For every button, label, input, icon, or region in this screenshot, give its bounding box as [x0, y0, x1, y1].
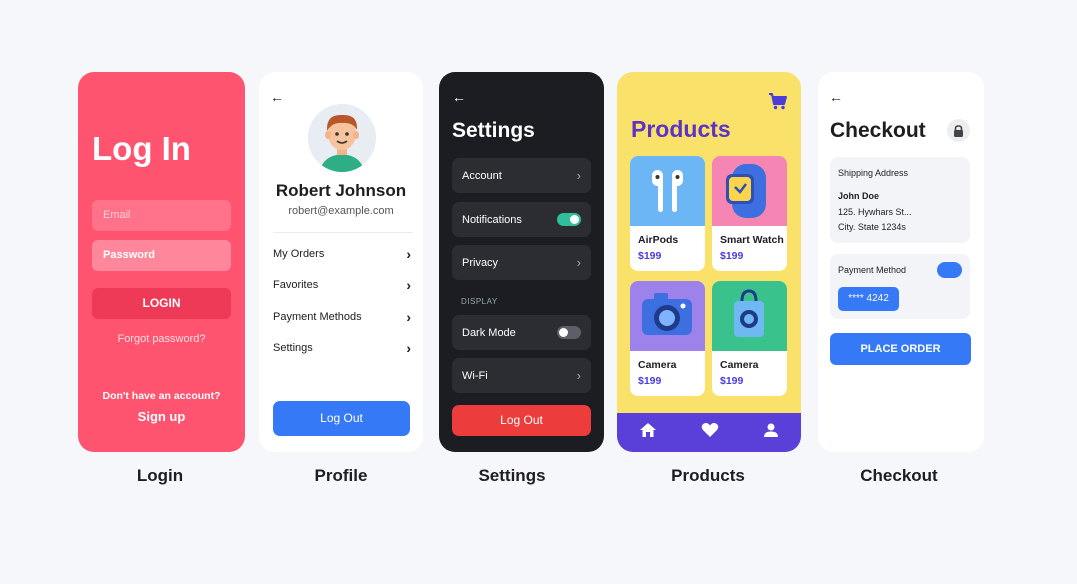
- login-screen: Log In Email Password LOGIN Forgot passw…: [78, 72, 245, 452]
- notifications-toggle[interactable]: [557, 213, 581, 226]
- section-label-display: DISPLAY: [461, 297, 498, 306]
- profile-name: Robert Johnson: [275, 181, 407, 200]
- caption-products: Products: [671, 466, 745, 485]
- product-price: $199: [720, 375, 744, 387]
- logout-button[interactable]: Log Out: [452, 405, 591, 436]
- products-screen: Products AirPods $199 Smart Watch $199 C…: [617, 72, 801, 452]
- menu-item-label: Settings: [273, 342, 313, 354]
- product-name: Smart Watch: [720, 234, 784, 246]
- sign-up-link[interactable]: Sign up: [78, 409, 245, 424]
- airpods-icon: [630, 156, 705, 226]
- settings-screen: ← Settings Account › Notifications Priva…: [439, 72, 604, 452]
- product-card-camera-2[interactable]: Camera $199: [712, 281, 787, 396]
- menu-item-my-orders[interactable]: My Orders ›: [273, 246, 411, 262]
- chevron-right-icon: ›: [406, 277, 411, 293]
- product-card-smart-watch[interactable]: Smart Watch $199: [712, 156, 787, 271]
- settings-row-label: Account: [462, 169, 502, 182]
- shipping-address-label: Shipping Address: [838, 168, 909, 178]
- heart-icon[interactable]: [701, 422, 719, 443]
- menu-item-settings[interactable]: Settings ›: [273, 340, 411, 356]
- caption-profile: Profile: [314, 466, 368, 485]
- product-price: $199: [638, 250, 662, 262]
- product-name: AirPods: [638, 234, 679, 246]
- settings-row-label: Wi-Fi: [462, 369, 488, 382]
- forgot-password-link[interactable]: Forgot password?: [78, 333, 245, 345]
- payment-method-label: Payment Method: [838, 265, 907, 275]
- chevron-right-icon: ›: [576, 368, 581, 383]
- avatar: [308, 104, 376, 172]
- caption-checkout: Checkout: [860, 466, 938, 485]
- menu-item-label: Favorites: [273, 279, 319, 291]
- settings-row-account[interactable]: Account ›: [452, 158, 591, 193]
- arrow-left-icon[interactable]: ←: [270, 90, 284, 104]
- chevron-right-icon: ›: [576, 168, 581, 183]
- product-name: Camera: [720, 359, 759, 371]
- user-icon[interactable]: [763, 422, 779, 443]
- address-name: John Doe: [838, 191, 880, 201]
- bottom-nav: [617, 413, 801, 452]
- email-input[interactable]: Email: [92, 200, 231, 231]
- settings-row-label: Dark Mode: [462, 326, 516, 339]
- payment-method-card[interactable]: Payment Method **** 4242: [830, 254, 970, 319]
- shipping-address-card[interactable]: Shipping Address John Doe 125. Hywhars S…: [830, 157, 970, 243]
- chevron-right-icon: ›: [406, 340, 411, 356]
- arrow-left-icon[interactable]: ←: [452, 90, 466, 104]
- shopping-bag-icon: [712, 281, 787, 351]
- chevron-right-icon: ›: [406, 309, 411, 325]
- password-input[interactable]: Password: [92, 240, 231, 271]
- dark-mode-toggle[interactable]: [557, 326, 581, 339]
- settings-row-notifications[interactable]: Notifications: [452, 202, 591, 237]
- smartwatch-icon: [712, 156, 787, 226]
- logout-button[interactable]: Log Out: [273, 401, 410, 436]
- product-price: $199: [720, 250, 744, 262]
- settings-row-dark-mode[interactable]: Dark Mode: [452, 315, 591, 350]
- chevron-right-icon: ›: [576, 255, 581, 270]
- place-order-button[interactable]: PLACE ORDER: [830, 333, 971, 365]
- profile-screen: ← Robert Johnson robert@example.com My O…: [259, 72, 423, 452]
- settings-row-wifi[interactable]: Wi-Fi ›: [452, 358, 591, 393]
- product-price: $199: [638, 375, 662, 387]
- settings-row-privacy[interactable]: Privacy ›: [452, 245, 591, 280]
- settings-row-label: Notifications: [462, 213, 522, 226]
- caption-settings: Settings: [478, 466, 546, 485]
- payment-method-toggle[interactable]: [937, 262, 962, 278]
- home-icon[interactable]: [639, 422, 657, 443]
- shopping-cart-icon[interactable]: [768, 92, 788, 115]
- chevron-right-icon: ›: [406, 246, 411, 262]
- card-number-chip[interactable]: **** 4242: [838, 287, 899, 311]
- menu-item-label: Payment Methods: [273, 311, 362, 323]
- profile-email: robert@example.com: [288, 205, 394, 217]
- product-name: Camera: [638, 359, 677, 371]
- divider: [273, 232, 413, 233]
- product-card-camera[interactable]: Camera $199: [630, 281, 705, 396]
- lock-icon: [947, 119, 970, 142]
- login-button[interactable]: LOGIN: [92, 288, 231, 319]
- checkout-screen: ← Checkout Shipping Address John Doe 125…: [818, 72, 984, 452]
- menu-item-payment-methods[interactable]: Payment Methods ›: [273, 309, 411, 325]
- menu-item-label: My Orders: [273, 248, 325, 260]
- no-account-text: Don't have an account?: [102, 390, 221, 402]
- settings-title: Settings: [452, 119, 535, 142]
- arrow-left-icon[interactable]: ←: [829, 90, 843, 104]
- settings-row-label: Privacy: [462, 256, 499, 269]
- products-title: Products: [631, 116, 731, 142]
- address-line1: 125. Hywhars St...: [838, 207, 912, 217]
- checkout-title: Checkout: [830, 119, 926, 142]
- caption-login: Login: [136, 466, 184, 485]
- address-line2: City. State 1234s: [838, 222, 906, 232]
- camera-icon: [630, 281, 705, 351]
- login-title: Log In: [92, 130, 191, 167]
- menu-item-favorites[interactable]: Favorites ›: [273, 277, 411, 293]
- product-card-airpods[interactable]: AirPods $199: [630, 156, 705, 271]
